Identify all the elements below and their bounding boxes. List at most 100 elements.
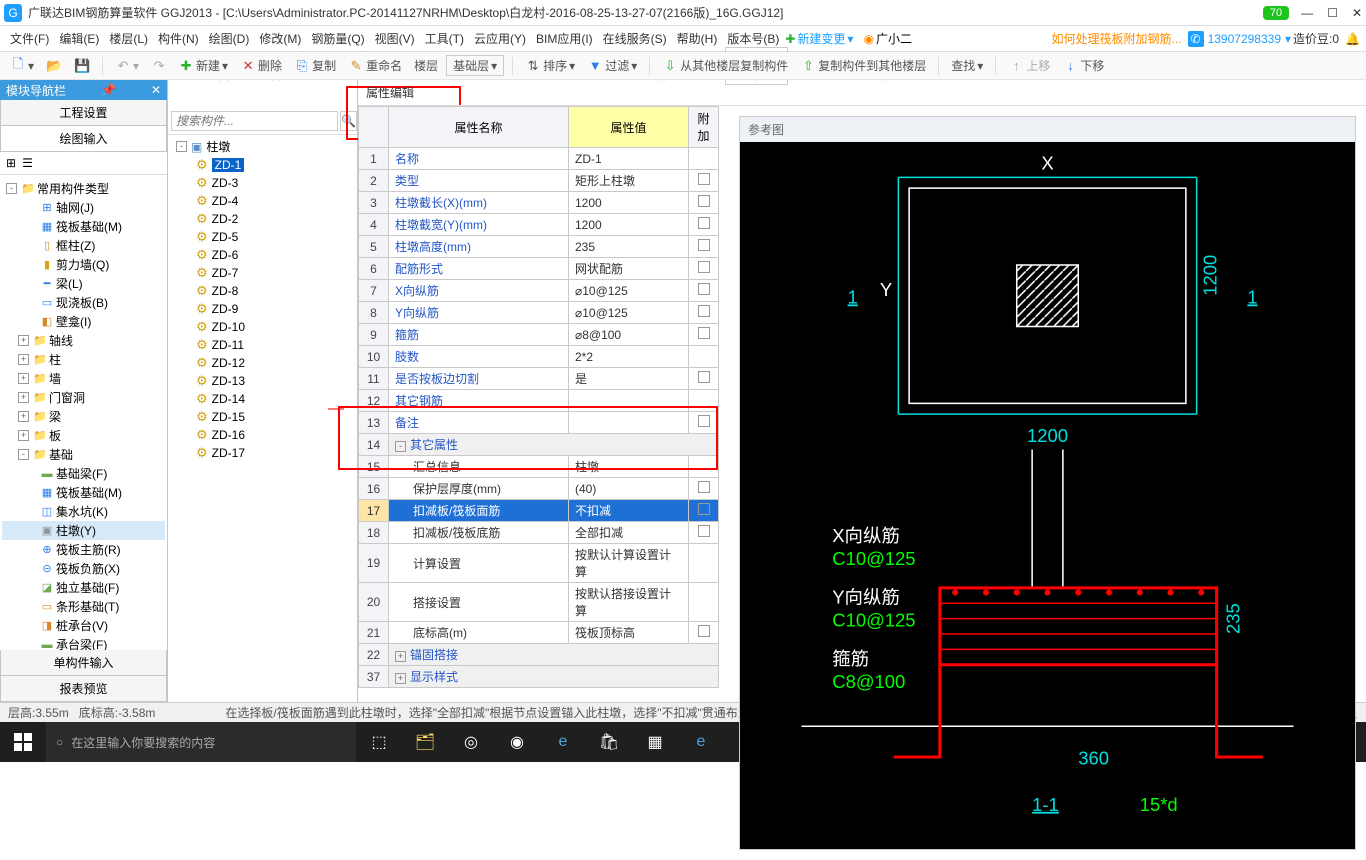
property-table[interactable]: 属性名称属性值附加 1名称ZD-12类型矩形上柱墩3柱墩截长(X)(mm)120… [358,106,719,688]
save-button[interactable]: 💾 [70,56,94,76]
tree-raft[interactable]: ▦筏板基础(M) [2,217,165,236]
section-report[interactable]: 报表预览 [0,676,167,702]
prop-row-19[interactable]: 19计算设置按默认计算设置计算 [359,544,719,583]
mid-item-ZD-8[interactable]: ⚙ZD-8 [170,282,355,300]
tree-raft-neg[interactable]: ⊝筏板负筋(X) [2,559,165,578]
minimize-button[interactable]: — [1301,6,1313,20]
rename-button[interactable]: ✎重命名 [344,55,406,76]
mid-item-ZD-10[interactable]: ⚙ZD-10 [170,318,355,336]
prop-row-18[interactable]: 18扣减板/筏板底筋全部扣减 [359,522,719,544]
prop-row-4[interactable]: 4柱墩截宽(Y)(mm)1200 [359,214,719,236]
open-file-button[interactable]: 📂 [42,56,66,76]
mid-item-ZD-3[interactable]: ⚙ZD-3 [170,174,355,192]
tree-sump[interactable]: ◫集水坑(K) [2,502,165,521]
mid-item-ZD-2[interactable]: ⚙ZD-2 [170,210,355,228]
mid-item-ZD-11[interactable]: ⚙ZD-11 [170,336,355,354]
prop-row-1[interactable]: 1名称ZD-1 [359,148,719,170]
bell-icon[interactable]: 🔔 [1345,32,1360,46]
staff-icon[interactable]: ◉广小二 [863,30,912,47]
score-badge[interactable]: 70 [1263,6,1289,20]
tree-pilecap[interactable]: ◨桩承台(V) [2,616,165,635]
tree-framecol[interactable]: ▯框柱(Z) [2,236,165,255]
close-button[interactable]: ✕ [1352,6,1362,20]
prop-row-11[interactable]: 11是否按板边切割是 [359,368,719,390]
prop-row-7[interactable]: 7X向纵筋⌀10@125 [359,280,719,302]
prop-row-20[interactable]: 20搭接设置按默认搭接设置计算 [359,583,719,622]
new-comp-button[interactable]: ✚新建 ▾ [174,55,232,76]
filter-button[interactable]: ▼过滤 ▾ [583,55,641,76]
undo-button[interactable]: ↶▾ [111,56,143,76]
prop-row-10[interactable]: 10肢数2*2 [359,346,719,368]
search-input[interactable] [171,111,338,131]
section-single[interactable]: 单构件输入 [0,650,167,676]
mid-item-ZD-7[interactable]: ⚙ZD-7 [170,264,355,282]
tree-root[interactable]: -📁常用构件类型 [2,179,165,198]
nav-tree[interactable]: -📁常用构件类型 ⊞轴网(J) ▦筏板基础(M) ▯框柱(Z) ▮剪力墙(Q) … [0,175,167,650]
tree-shearwall[interactable]: ▮剪力墙(Q) [2,255,165,274]
del-comp-button[interactable]: ✕删除 [236,55,286,76]
prop-row-16[interactable]: 16保护层厚度(mm)(40) [359,478,719,500]
tree-group-axis[interactable]: +📁轴线 [2,331,165,350]
tree-group-wall[interactable]: +📁墙 [2,369,165,388]
menu-edit[interactable]: 编辑(E) [55,28,103,49]
tree-group-col[interactable]: +📁柱 [2,350,165,369]
tree-capbeam[interactable]: ▬承台梁(F) [2,635,165,650]
mid-item-ZD-6[interactable]: ⚙ZD-6 [170,246,355,264]
mid-item-ZD-13[interactable]: ⚙ZD-13 [170,372,355,390]
prop-row-15[interactable]: 15汇总信息柱墩 [359,456,719,478]
panel-close-icon[interactable]: ✕ [151,83,161,97]
tree-beam[interactable]: ━梁(L) [2,274,165,293]
tree-strip-found[interactable]: ▭条形基础(T) [2,597,165,616]
down-button[interactable]: ↓下移 [1058,55,1108,76]
component-tree[interactable]: -▣柱墩 ⚙ZD-1⚙ZD-3⚙ZD-4⚙ZD-2⚙ZD-5⚙ZD-6⚙ZD-7… [168,135,357,702]
tree-fbeam[interactable]: ▬基础梁(F) [2,464,165,483]
mid-item-ZD-1[interactable]: ⚙ZD-1 [170,156,355,174]
prop-row-2[interactable]: 2类型矩形上柱墩 [359,170,719,192]
menu-floor[interactable]: 楼层(L) [105,28,152,49]
search-button[interactable]: 🔍 [340,111,357,131]
pin-icon[interactable]: 📌 [101,83,116,97]
tree-axis[interactable]: ⊞轴网(J) [2,198,165,217]
tree-pier[interactable]: ▣柱墩(Y) [2,521,165,540]
mid-item-ZD-12[interactable]: ⚙ZD-12 [170,354,355,372]
copy-from-button[interactable]: ⇩从其他楼层复制构件 [658,55,792,76]
new-change-button[interactable]: ✚新建变更 ▾ [785,30,853,47]
tree-iso-found[interactable]: ◪独立基础(F) [2,578,165,597]
prop-row-17[interactable]: 17扣减板/筏板面筋不扣减 [359,500,719,522]
section-draw[interactable]: 绘图输入 [0,126,167,152]
find-button[interactable]: 查找 ▾ [947,55,987,76]
prop-row-3[interactable]: 3柱墩截长(X)(mm)1200 [359,192,719,214]
tree-niche[interactable]: ◧壁龛(I) [2,312,165,331]
prop-row-5[interactable]: 5柱墩高度(mm)235 [359,236,719,258]
tree-group-door[interactable]: +📁门窗洞 [2,388,165,407]
sort-button[interactable]: ⇅排序 ▾ [521,55,579,76]
list-icon[interactable]: ☰ [22,156,33,170]
mid-item-ZD-17[interactable]: ⚙ZD-17 [170,444,355,462]
up-button[interactable]: ↑上移 [1004,55,1054,76]
taskbar-search[interactable]: ○在这里输入你要搜索的内容 [46,722,356,762]
tree-icon[interactable]: ⊞ [6,156,16,170]
phone-display[interactable]: ✆13907298339 ▾ [1188,31,1292,47]
prop-row-13[interactable]: 13备注 [359,412,719,434]
mid-item-ZD-4[interactable]: ⚙ZD-4 [170,192,355,210]
mid-item-ZD-9[interactable]: ⚙ZD-9 [170,300,355,318]
copy-to-button[interactable]: ⇧复制构件到其他楼层 [796,55,930,76]
prop-row-8[interactable]: 8Y向纵筋⌀10@125 [359,302,719,324]
tree-group-beam[interactable]: +📁梁 [2,407,165,426]
tree-slab[interactable]: ▭现浇板(B) [2,293,165,312]
section-project[interactable]: 工程设置 [0,100,167,126]
prop-row-6[interactable]: 6配筋形式网状配筋 [359,258,719,280]
menu-file[interactable]: 文件(F) [6,28,53,49]
tree-raft-main[interactable]: ⊕筏板主筋(R) [2,540,165,559]
mid-item-ZD-5[interactable]: ⚙ZD-5 [170,228,355,246]
floor-select[interactable]: 基础层 ▾ [446,55,504,76]
mid-item-ZD-16[interactable]: ⚙ZD-16 [170,426,355,444]
maximize-button[interactable]: ☐ [1327,6,1338,20]
prop-row-12[interactable]: 12其它钢筋 [359,390,719,412]
tree-group-slab[interactable]: +📁板 [2,426,165,445]
start-button[interactable] [0,722,46,762]
prop-row-21[interactable]: 21底标高(m)筏板顶标高 [359,622,719,644]
tree-group-foundation[interactable]: -📁基础 [2,445,165,464]
new-file-button[interactable]: 🗋▾ [6,56,38,76]
prop-row-9[interactable]: 9箍筋⌀8@100 [359,324,719,346]
